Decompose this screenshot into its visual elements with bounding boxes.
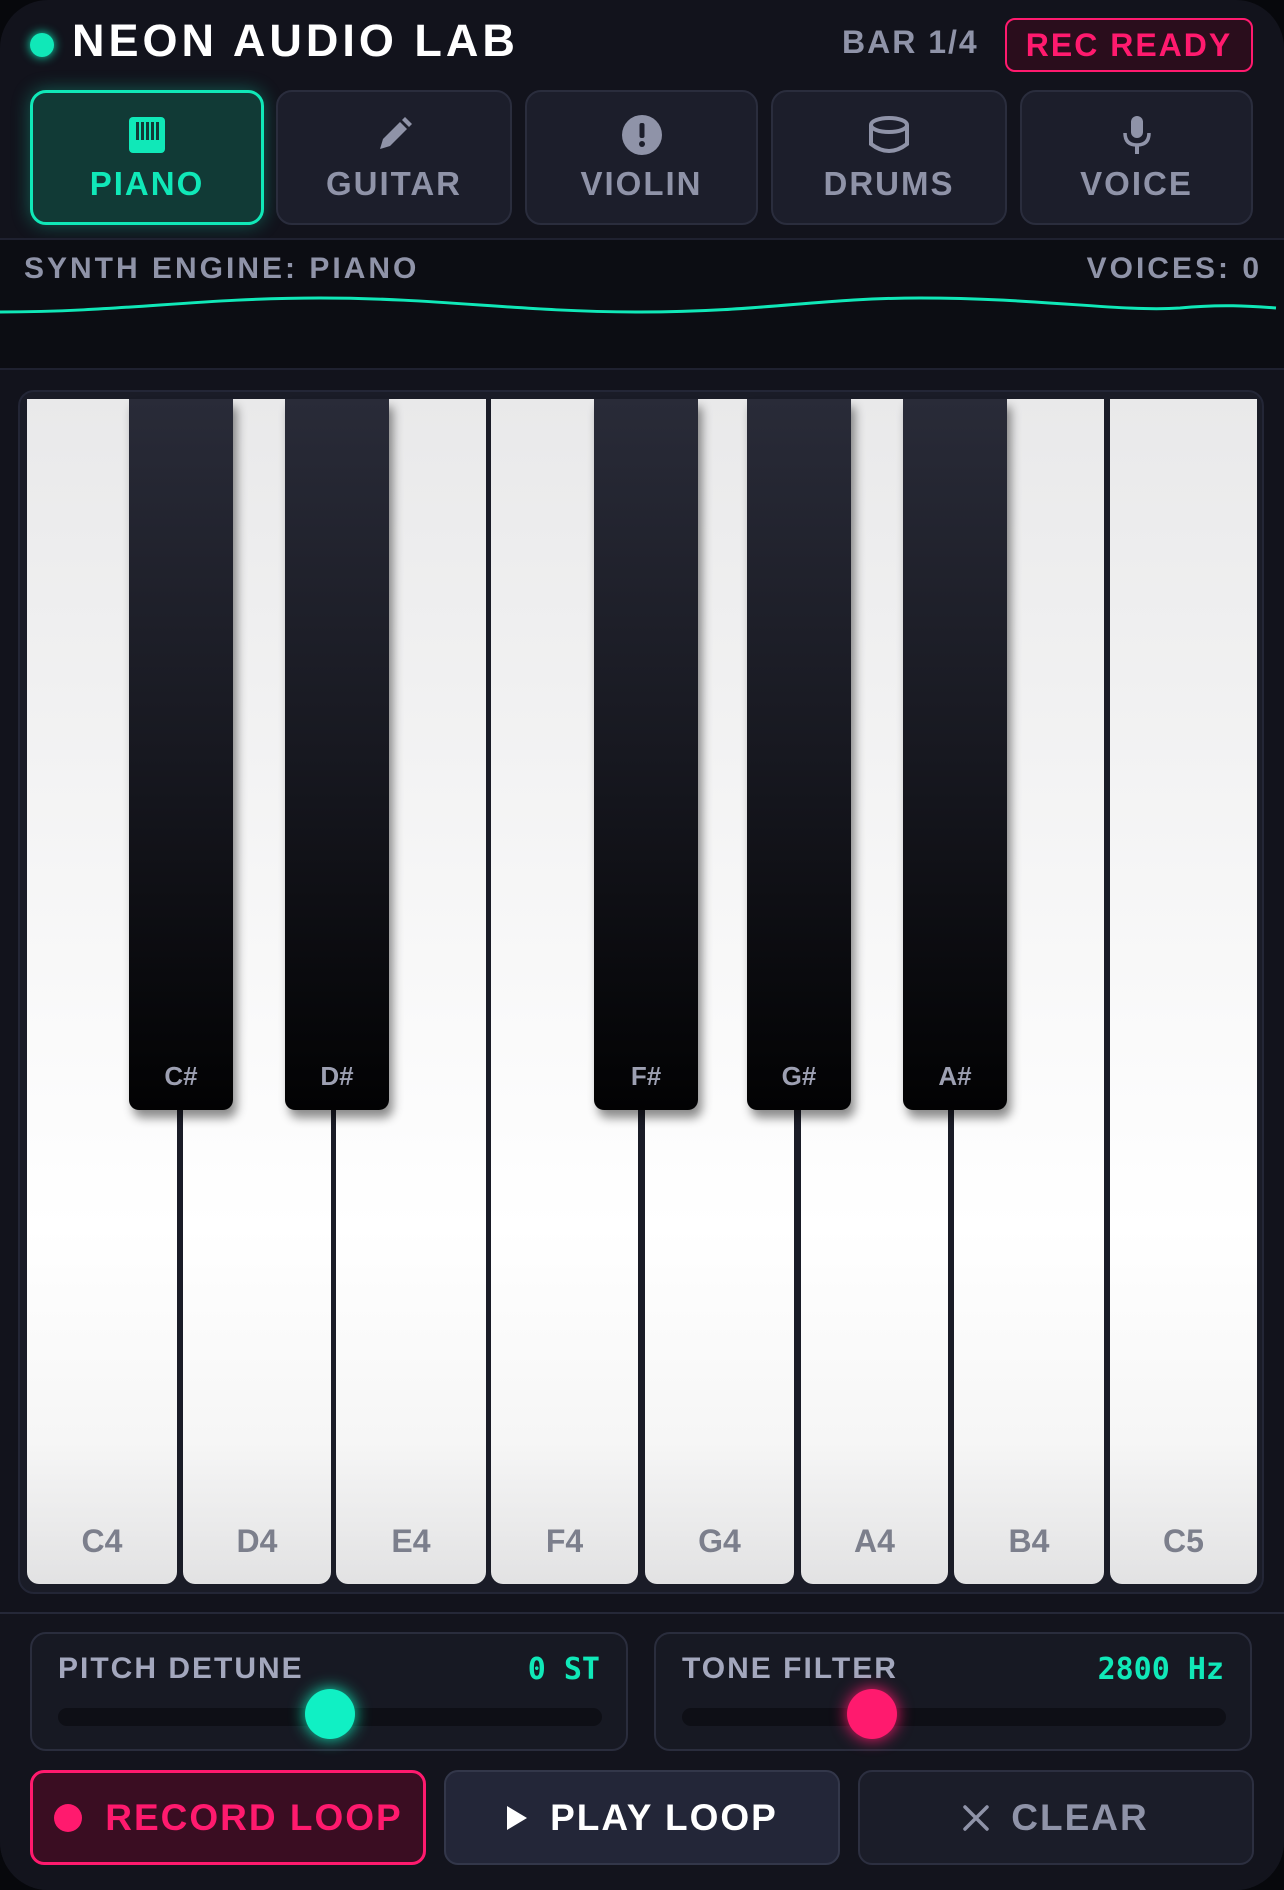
key-label: G4 [698, 1523, 741, 1559]
play-loop-label: PLAY LOOP [550, 1796, 778, 1838]
piano-icon [125, 113, 169, 157]
tone-filter-track[interactable] [682, 1708, 1226, 1726]
key-label: B4 [1008, 1523, 1050, 1559]
rec-status-badge: REC READY [1005, 18, 1253, 72]
tab-voice[interactable]: VOICE [1020, 90, 1253, 225]
black-key-f-sharp[interactable]: F# [594, 399, 698, 1110]
key-label: E4 [391, 1523, 431, 1559]
play-loop-button[interactable]: PLAY LOOP [444, 1770, 840, 1865]
microphone-icon [1115, 113, 1159, 157]
status-dot [30, 33, 54, 57]
record-loop-button[interactable]: RECORD LOOP [30, 1770, 426, 1865]
app-title: NEON AUDIO LAB [72, 15, 519, 66]
key-label: F4 [545, 1523, 584, 1559]
play-icon [506, 1805, 528, 1831]
tab-drums[interactable]: DRUMS [771, 90, 1007, 225]
tab-label: VOICE [1080, 164, 1193, 202]
key-label: C# [164, 1061, 198, 1091]
tab-label: DRUMS [823, 164, 955, 202]
key-label: A# [938, 1061, 972, 1091]
pencil-icon [372, 113, 416, 157]
white-key-c5[interactable]: C5 [1110, 399, 1257, 1584]
key-label: F# [630, 1061, 662, 1091]
engine-label: SYNTH ENGINE: PIANO [24, 252, 420, 285]
key-label: G# [781, 1061, 817, 1091]
tab-violin[interactable]: VIOLIN [525, 90, 758, 225]
key-label: D# [320, 1061, 354, 1091]
pitch-detune-label: PITCH DETUNE [58, 1652, 304, 1685]
tab-label: VIOLIN [580, 164, 703, 202]
clear-label: CLEAR [1011, 1796, 1149, 1838]
tone-filter-value: 2800 Hz [1097, 1652, 1224, 1687]
tone-filter-thumb[interactable] [847, 1689, 898, 1739]
tab-guitar[interactable]: GUITAR [276, 90, 512, 225]
piano-keyboard: C4 D4 E4 F4 G4 A4 B4 C5 C# D# F# G# A# [27, 399, 1257, 1584]
drum-icon [867, 113, 911, 157]
pitch-detune-thumb[interactable] [305, 1689, 355, 1739]
key-label: A4 [854, 1523, 895, 1559]
voices-count: VOICES: 0 [1086, 252, 1262, 285]
close-icon [963, 1804, 990, 1831]
pitch-detune-panel: PITCH DETUNE 0 ST [30, 1632, 628, 1751]
black-key-c-sharp[interactable]: C# [129, 399, 233, 1110]
black-key-g-sharp[interactable]: G# [747, 399, 851, 1110]
pitch-detune-value: 0 ST [527, 1652, 600, 1687]
black-key-d-sharp[interactable]: D# [285, 399, 389, 1110]
tone-filter-label: TONE FILTER [682, 1652, 898, 1685]
app-window: NEON AUDIO LAB BAR 1/4 REC READY PIANO G… [0, 0, 1284, 1890]
tone-filter-panel: TONE FILTER 2800 Hz [654, 1632, 1252, 1751]
tab-piano[interactable]: PIANO [30, 90, 264, 225]
key-label: C4 [81, 1523, 123, 1559]
alert-circle-icon [620, 113, 664, 157]
bar-indicator: BAR 1/4 [842, 24, 979, 60]
tab-label: GUITAR [325, 164, 463, 202]
synth-engine-display: SYNTH ENGINE: PIANO VOICES: 0 [0, 238, 1284, 370]
record-dot-icon [53, 1803, 83, 1833]
key-label: C5 [1163, 1523, 1204, 1559]
key-label: D4 [236, 1523, 278, 1559]
tab-label: PIANO [89, 164, 205, 202]
record-loop-label: RECORD LOOP [105, 1796, 403, 1838]
clear-button[interactable]: CLEAR [858, 1770, 1254, 1865]
black-key-a-sharp[interactable]: A# [903, 399, 1007, 1110]
header: NEON AUDIO LAB BAR 1/4 REC READY [0, 0, 1284, 84]
